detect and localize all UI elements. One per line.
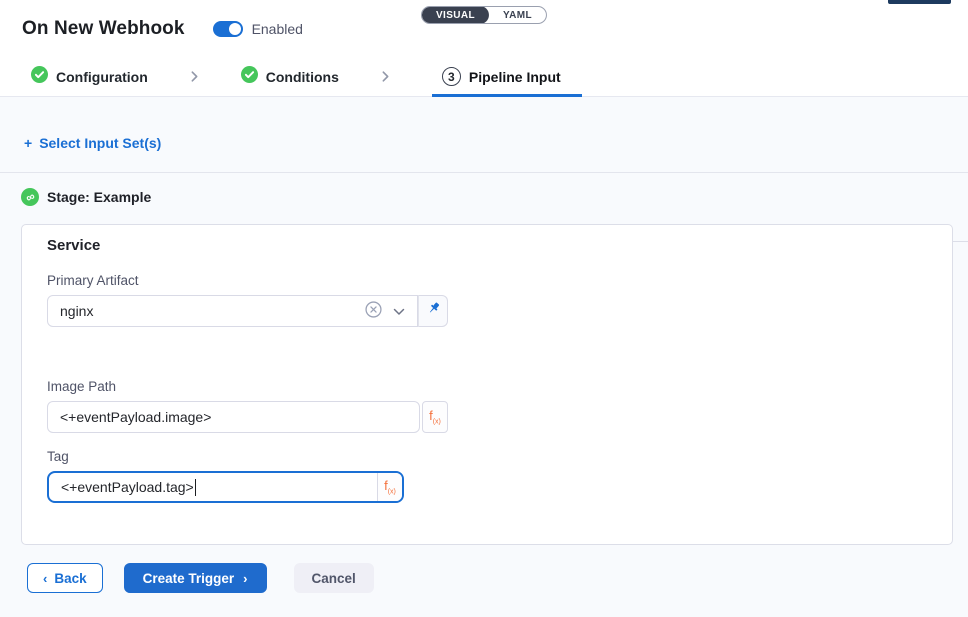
tab-yaml[interactable]: YAML bbox=[489, 6, 546, 24]
pin-button[interactable] bbox=[418, 295, 448, 327]
section-divider bbox=[0, 172, 968, 173]
footer-actions: ‹ Back Create Trigger › Cancel bbox=[0, 563, 968, 593]
tab-visual[interactable]: VISUAL bbox=[422, 6, 489, 24]
image-path-value: <+eventPayload.image> bbox=[60, 409, 211, 425]
tag-value: <+eventPayload.tag> bbox=[61, 479, 194, 495]
fx-icon: f(x) bbox=[384, 479, 396, 496]
stage-header: ∞ Stage: Example bbox=[21, 188, 968, 206]
select-input-sets-label: Select Input Set(s) bbox=[39, 135, 161, 151]
enabled-label: Enabled bbox=[252, 21, 303, 37]
chevron-right-icon: › bbox=[243, 572, 247, 585]
page-title: On New Webhook bbox=[22, 18, 185, 40]
visual-yaml-toggle: VISUAL YAML bbox=[421, 6, 547, 24]
expression-button[interactable]: f(x) bbox=[422, 401, 448, 433]
tab-conditions[interactable]: Conditions bbox=[241, 57, 339, 96]
image-path-group: <+eventPayload.image> f(x) bbox=[47, 401, 952, 433]
text-cursor bbox=[195, 479, 197, 496]
tag-input-focused[interactable]: <+eventPayload.tag> f(x) bbox=[47, 471, 404, 503]
create-trigger-button[interactable]: Create Trigger › bbox=[124, 563, 267, 593]
tab-label: Pipeline Input bbox=[469, 69, 561, 85]
fx-icon: f(x) bbox=[429, 409, 441, 426]
divider-segment bbox=[952, 241, 968, 242]
chevron-right-icon bbox=[379, 57, 392, 96]
tab-label: Configuration bbox=[56, 69, 148, 85]
main-content: + Select Input Set(s) ∞ Stage: Example S… bbox=[0, 97, 968, 617]
check-circle-icon bbox=[31, 66, 48, 88]
wizard-tabbar: Configuration Conditions 3 Pipeline Inpu… bbox=[0, 57, 968, 97]
stage-title: Stage: Example bbox=[47, 189, 151, 205]
image-path-input[interactable]: <+eventPayload.image> bbox=[47, 401, 420, 433]
cancel-button[interactable]: Cancel bbox=[294, 563, 374, 593]
clear-icon[interactable] bbox=[365, 301, 382, 321]
back-button[interactable]: ‹ Back bbox=[27, 563, 103, 593]
tab-pipeline-input[interactable]: 3 Pipeline Input bbox=[432, 57, 582, 96]
tag-input[interactable]: <+eventPayload.tag> bbox=[49, 473, 377, 501]
chevron-right-icon bbox=[188, 57, 201, 96]
chevron-left-icon: ‹ bbox=[43, 572, 47, 585]
header-bar: On New Webhook Enabled VISUAL YAML bbox=[0, 0, 968, 57]
chevron-down-icon[interactable] bbox=[393, 303, 405, 319]
partial-top-button[interactable] bbox=[888, 0, 951, 4]
expression-button[interactable]: f(x) bbox=[377, 473, 402, 501]
tag-label: Tag bbox=[47, 449, 952, 464]
tab-configuration[interactable]: Configuration bbox=[31, 57, 148, 96]
service-card: Service Primary Artifact nginx bbox=[21, 224, 953, 545]
stage-cd-icon: ∞ bbox=[21, 188, 39, 206]
service-section-title: Service bbox=[47, 237, 952, 254]
tab-label: Conditions bbox=[266, 69, 339, 85]
image-path-label: Image Path bbox=[47, 379, 952, 394]
pin-icon bbox=[426, 301, 441, 321]
select-input-sets-link[interactable]: + Select Input Set(s) bbox=[0, 97, 968, 151]
check-circle-icon bbox=[241, 66, 258, 88]
primary-artifact-label: Primary Artifact bbox=[47, 273, 952, 288]
step-number-badge: 3 bbox=[442, 67, 461, 86]
plus-icon: + bbox=[24, 135, 32, 151]
toggle-knob bbox=[229, 23, 241, 35]
enabled-toggle-group: Enabled bbox=[213, 21, 303, 37]
primary-artifact-group: nginx bbox=[47, 295, 952, 327]
enabled-toggle[interactable] bbox=[213, 21, 243, 37]
primary-artifact-value: nginx bbox=[60, 303, 365, 319]
primary-artifact-select[interactable]: nginx bbox=[47, 295, 418, 327]
